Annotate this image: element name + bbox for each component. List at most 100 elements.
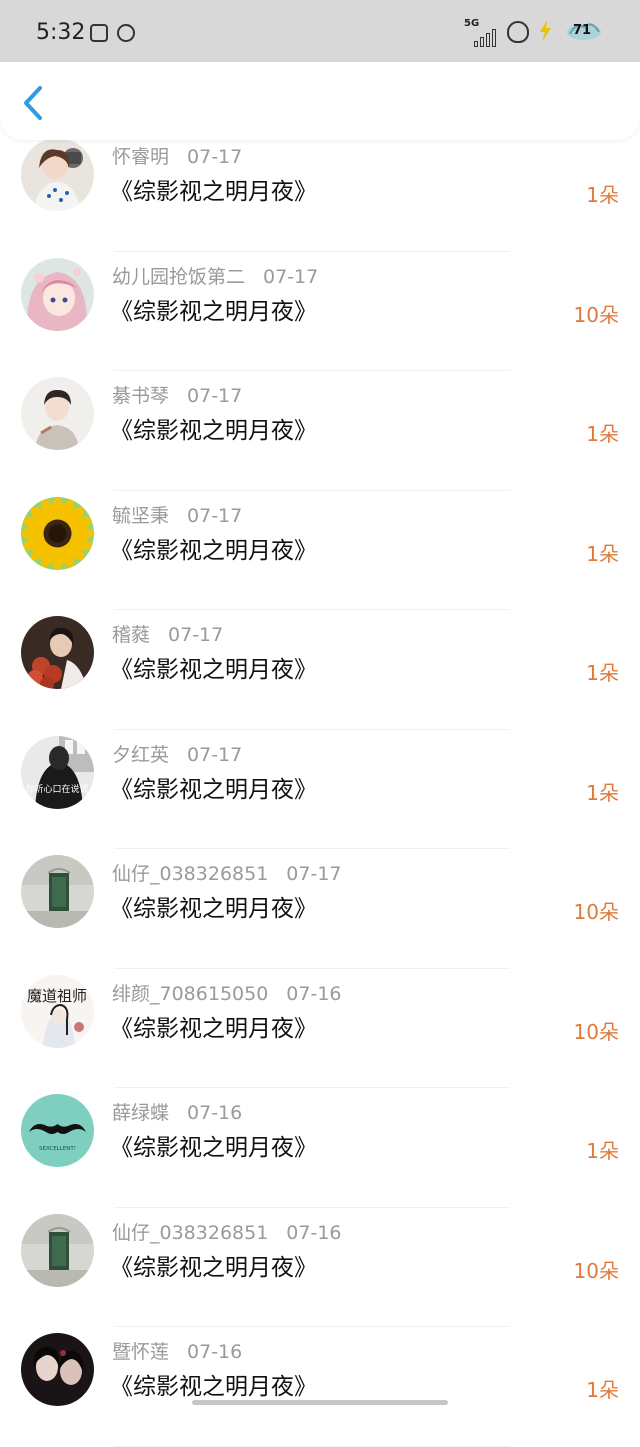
gift-date: 07-17 [187,385,243,407]
gift-date: 07-17 [263,265,319,288]
user-name[interactable]: 暨怀莲 [112,1341,169,1363]
item-meta: 毓坚秉 07-17 [112,501,242,528]
avatar-image [21,1333,94,1406]
gift-record-item[interactable]: 魔道祖师 绯颜_708615050 07-16 《综影视之明月夜》 10朵 [0,969,640,1088]
book-title[interactable]: 《综影视之明月夜》 [110,889,317,923]
flower-amount: 1朵 [586,1139,619,1163]
item-meta: 怀睿明 07-17 [112,142,242,169]
book-title[interactable]: 《综影视之明月夜》 [110,1128,317,1162]
flower-amount: 10朵 [573,1258,619,1283]
user-name[interactable]: 仙仔_038326851 [112,863,268,885]
user-name[interactable]: 夕红英 [112,744,169,766]
charging-bolt-icon [540,20,551,42]
flower-amount: 10朵 [573,1019,619,1044]
flower-amount: 10朵 [573,900,619,924]
avatar-image: 魔道祖师 [21,974,94,1048]
wifi-pet-icon [507,21,529,43]
cat-notification-icon [117,24,135,42]
gift-record-item[interactable]: 綦书琴 07-17 《综影视之明月夜》 1朵 [0,371,640,491]
book-title[interactable]: 《综影视之明月夜》 [110,411,317,445]
book-title[interactable]: 《综影视之明月夜》 [110,650,317,684]
avatar[interactable] [21,257,94,331]
flower-amount: 1朵 [586,1378,619,1402]
gift-date: 07-16 [286,982,342,1005]
avatar[interactable] [21,1213,94,1287]
avatar[interactable]: SEXCELLENT! [21,1094,94,1167]
gift-record-item[interactable]: 幼儿园抢饭第二 07-17 《综影视之明月夜》 10朵 [0,252,640,371]
gift-record-item[interactable]: 仙仔_038326851 07-17 《综影视之明月夜》 10朵 [0,849,640,969]
item-meta: 綦书琴 07-17 [112,381,242,408]
user-name[interactable]: 綦书琴 [112,385,169,407]
user-name[interactable]: 薛绿蝶 [112,1102,169,1124]
gift-record-item[interactable]: 怀睿明 07-17 《综影视之明月夜》 1朵 [0,132,640,252]
gift-date: 07-17 [168,624,224,646]
gift-date: 07-17 [187,743,243,766]
avatar[interactable] [21,138,94,211]
flower-amount: 1朵 [586,183,619,207]
book-title[interactable]: 《综影视之明月夜》 [110,1248,317,1282]
top-nav-bar [0,58,640,140]
avatar-image: SEXCELLENT! [21,1094,94,1167]
avatar-image [21,616,94,689]
avatar-image: 你听心口在说谎 [21,735,94,809]
user-name[interactable]: 稽蕤 [112,624,150,646]
flower-amount: 1朵 [586,780,619,805]
item-meta: 稽蕤 07-17 [112,620,223,647]
gift-record-item[interactable]: 暨怀莲 07-16 《综影视之明月夜》 1朵 [0,1327,640,1447]
user-name[interactable]: 仙仔_038326851 [112,1222,268,1244]
gift-record-item[interactable]: 毓坚秉 07-17 《综影视之明月夜》 1朵 [0,491,640,610]
avatar-image [21,855,94,928]
gift-date: 07-17 [187,146,243,168]
photo-notification-icon [90,24,108,42]
avatar-image [21,257,94,331]
item-meta: 幼儿园抢饭第二 07-17 [112,262,318,289]
flower-amount: 1朵 [586,541,619,566]
book-title[interactable]: 《综影视之明月夜》 [110,1367,317,1401]
gift-record-list: 怀睿明 07-17 《综影视之明月夜》 1朵 幼儿园抢饭第二 07-17 《综影视之… [0,132,640,1447]
avatar[interactable] [21,1333,94,1406]
divider [114,1445,510,1447]
gift-date: 07-16 [187,1341,243,1363]
svg-text:SEXCELLENT!: SEXCELLENT! [39,1146,76,1152]
book-title[interactable]: 《综影视之明月夜》 [110,531,317,565]
gift-date: 07-17 [187,504,243,527]
user-name[interactable]: 毓坚秉 [112,505,169,527]
signal-bars-icon [474,29,498,47]
gift-record-item[interactable]: 你听心口在说谎 夕红英 07-17 《综影视之明月夜》 1朵 [0,730,640,849]
home-indicator[interactable] [192,1400,448,1405]
avatar[interactable] [21,616,94,689]
item-meta: 夕红英 07-17 [112,740,242,767]
avatar[interactable] [21,855,94,928]
book-title[interactable]: 《综影视之明月夜》 [110,292,317,326]
item-meta: 暨怀莲 07-16 [112,1337,242,1364]
avatar[interactable]: 你听心口在说谎 [21,735,94,809]
book-title[interactable]: 《综影视之明月夜》 [110,1009,317,1043]
flower-amount: 10朵 [573,302,619,327]
book-title[interactable]: 《综影视之明月夜》 [110,172,317,206]
gift-date: 07-17 [286,863,342,885]
gift-record-item[interactable]: 仙仔_038326851 07-16 《综影视之明月夜》 10朵 [0,1208,640,1327]
item-meta: 薛绿蝶 07-16 [112,1098,242,1125]
item-meta: 仙仔_038326851 07-16 [112,1218,342,1245]
status-bar: 5:32 5G 71 [0,0,640,62]
avatar[interactable]: 魔道祖师 [21,974,94,1048]
avatar-image [21,1213,94,1287]
user-name[interactable]: 幼儿园抢饭第二 [112,266,245,288]
avatar-image [21,377,94,450]
flower-amount: 1朵 [586,422,619,446]
item-meta: 绯颜_708615050 07-16 [112,979,342,1006]
avatar-image [21,138,94,211]
user-name[interactable]: 怀睿明 [112,146,169,168]
battery-level: 71 [573,23,592,38]
svg-text:你听心口在说谎: 你听心口在说谎 [25,783,88,795]
flower-amount: 1朵 [586,661,619,685]
user-name[interactable]: 绯颜_708615050 [112,983,268,1005]
avatar[interactable] [21,377,94,450]
gift-date: 07-16 [286,1221,342,1244]
avatar[interactable] [21,496,94,570]
gift-record-item[interactable]: 稽蕤 07-17 《综影视之明月夜》 1朵 [0,610,640,730]
back-arrow-icon[interactable] [14,80,54,126]
gift-record-item[interactable]: SEXCELLENT! 薛绿蝶 07-16 《综影视之明月夜》 1朵 [0,1088,640,1208]
avatar-image [21,496,94,570]
book-title[interactable]: 《综影视之明月夜》 [110,770,317,804]
